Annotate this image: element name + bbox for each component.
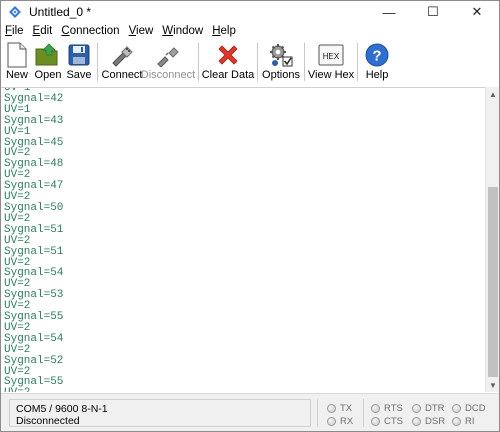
save-label: Save	[66, 69, 92, 81]
dtr-led-icon	[412, 404, 421, 413]
rts-led-icon	[371, 404, 380, 413]
menu-bar: File Edit Connection View Window Help	[1, 23, 499, 39]
help-label: Help	[365, 69, 389, 81]
app-icon	[9, 6, 21, 18]
menu-help[interactable]: Help	[212, 25, 241, 37]
minimize-button[interactable]: —	[367, 1, 411, 23]
maximize-button[interactable]: ☐	[411, 1, 455, 23]
clear-data-label: Clear Data	[201, 69, 255, 81]
signal-dsr: DSR	[412, 416, 445, 427]
toolbar-divider	[304, 43, 305, 81]
save-button[interactable]: Save	[65, 40, 93, 84]
options-label: Options	[262, 69, 300, 81]
toolbar-divider	[257, 43, 258, 81]
usb-plug-icon	[108, 42, 136, 68]
scroll-down-icon[interactable]: ▼	[486, 378, 500, 392]
title-bar[interactable]: Untitled_0 * — ☐ ✕	[1, 1, 499, 23]
usb-unplug-icon	[154, 42, 182, 68]
menu-window[interactable]: Window	[162, 25, 208, 37]
signal-tx: TX	[327, 403, 352, 414]
signal-cts: CTS	[371, 416, 403, 427]
signal-dcd: DCD	[452, 403, 486, 414]
menu-view[interactable]: View	[129, 25, 159, 37]
scroll-thumb[interactable]	[488, 187, 498, 377]
open-label: Open	[34, 69, 62, 81]
console-output[interactable]: UV=1 Sygnal=42 UV=1 Sygnal=43 UV=1 Sygnal=45 U…	[1, 87, 485, 392]
connection-status-panel: COM5 / 9600 8-N-1 Disconnected	[9, 399, 311, 427]
console-line: Sygnal=43	[4, 114, 64, 127]
toolbar-divider	[357, 43, 358, 81]
scroll-up-icon[interactable]: ▲	[486, 87, 500, 101]
view-hex-label: View Hex	[307, 69, 355, 81]
signal-dtr: DTR	[412, 403, 445, 414]
status-bar: COM5 / 9600 8-N-1 Disconnected TX RX RTS…	[1, 393, 499, 431]
console-line: UV=2	[4, 234, 31, 247]
menu-connection[interactable]: Connection	[61, 25, 124, 37]
rx-label: RX	[340, 416, 354, 427]
signal-rx: RX	[327, 416, 353, 427]
window-title: Untitled_0 *	[29, 5, 92, 19]
clear-data-button[interactable]: Clear Data	[201, 40, 255, 84]
rx-led-icon	[327, 417, 336, 426]
new-file-icon	[3, 42, 31, 68]
console-line: UV=1	[4, 125, 31, 138]
close-button[interactable]: ✕	[455, 1, 499, 23]
menu-file[interactable]: File	[5, 25, 29, 37]
cts-label: CTS	[384, 416, 403, 427]
help-question-icon: ?	[363, 42, 391, 68]
ri-label: RI	[465, 416, 475, 427]
port-settings-text: COM5 / 9600 8-N-1	[16, 403, 108, 415]
dcd-led-icon	[452, 404, 461, 413]
new-label: New	[5, 69, 28, 81]
svg-text:?: ?	[372, 48, 381, 65]
status-divider	[363, 399, 364, 427]
console-line: Sygnal=52	[4, 354, 64, 367]
ri-led-icon	[452, 417, 461, 426]
help-button[interactable]: ? Help	[362, 40, 392, 84]
toolbar: New Open Save Connect Disconnect Clear D…	[1, 40, 499, 84]
maximize-icon: ☐	[427, 4, 439, 19]
close-icon: ✕	[471, 4, 483, 19]
tx-led-icon	[327, 404, 336, 413]
new-button[interactable]: New	[3, 40, 31, 84]
status-divider	[317, 399, 318, 427]
hex-view-icon: HEX	[317, 42, 345, 68]
tx-label: TX	[340, 403, 353, 414]
cts-led-icon	[371, 417, 380, 426]
gear-checkbox-icon	[267, 42, 295, 68]
console-line: Sygnal=51	[4, 245, 64, 258]
app-window: Untitled_0 * — ☐ ✕ File Edit Connection …	[0, 0, 500, 432]
signal-ri: RI	[452, 416, 475, 427]
open-button[interactable]: Open	[31, 40, 65, 84]
dsr-label: DSR	[425, 416, 446, 427]
connection-state-text: Disconnected	[16, 415, 80, 427]
disconnect-button[interactable]: Disconnect	[140, 40, 196, 84]
connect-button[interactable]: Connect	[101, 40, 143, 84]
disconnect-label: Disconnect	[140, 69, 196, 81]
dcd-label: DCD	[465, 403, 486, 414]
save-disk-icon	[65, 42, 93, 68]
console-lines: UV=1 Sygnal=42 UV=1 Sygnal=43 UV=1 Sygnal=45 U…	[4, 88, 64, 392]
clear-x-icon	[214, 42, 242, 68]
hex-icon-text: HEX	[323, 52, 340, 61]
dtr-label: DTR	[425, 403, 445, 414]
connect-label: Connect	[101, 69, 143, 81]
signal-rts: RTS	[371, 403, 403, 414]
menu-edit[interactable]: Edit	[33, 25, 58, 37]
view-hex-button[interactable]: HEX View Hex	[307, 40, 355, 84]
options-button[interactable]: Options	[262, 40, 300, 84]
minimize-icon: —	[382, 4, 396, 20]
dsr-led-icon	[412, 417, 421, 426]
toolbar-divider	[198, 43, 199, 81]
rts-label: RTS	[384, 403, 403, 414]
open-folder-icon	[34, 42, 62, 68]
toolbar-divider	[97, 43, 98, 81]
vertical-scrollbar[interactable]: ▲ ▼	[485, 87, 499, 392]
console-line: UV=2	[4, 388, 63, 392]
